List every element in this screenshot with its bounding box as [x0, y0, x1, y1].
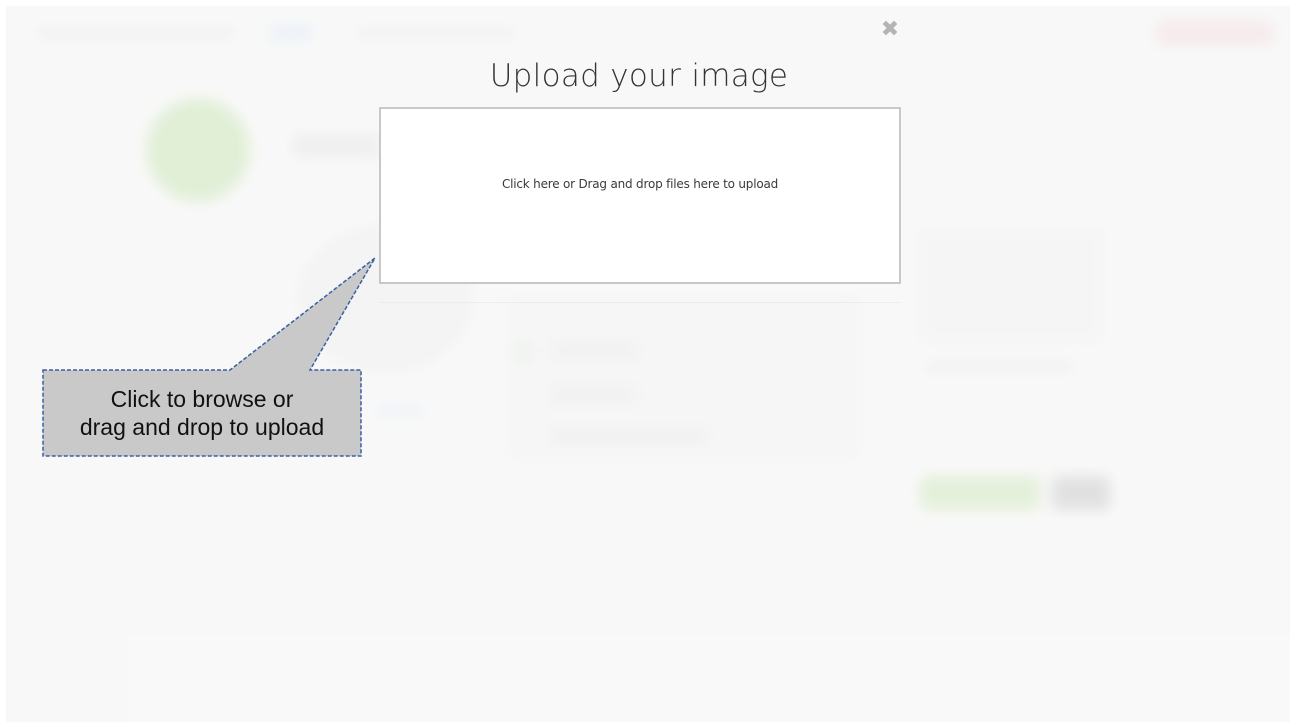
close-icon[interactable]: ✖: [878, 18, 902, 42]
callout-line-1: Click to browse or: [110, 386, 294, 412]
modal-title: Upload your image: [489, 58, 789, 94]
modal-overlay: ✖ Upload your image Click here or Drag a…: [6, 6, 1290, 722]
modal-divider: [379, 302, 901, 303]
page: ✖ Upload your image Click here or Drag a…: [6, 6, 1290, 722]
callout-line-2: drag and drop to upload: [79, 414, 325, 440]
dropzone-message: Click here or Drag and drop files here t…: [501, 176, 779, 191]
upload-dropzone[interactable]: Click here or Drag and drop files here t…: [379, 107, 901, 284]
callout-label: Click to browse or drag and drop to uplo…: [43, 370, 361, 456]
